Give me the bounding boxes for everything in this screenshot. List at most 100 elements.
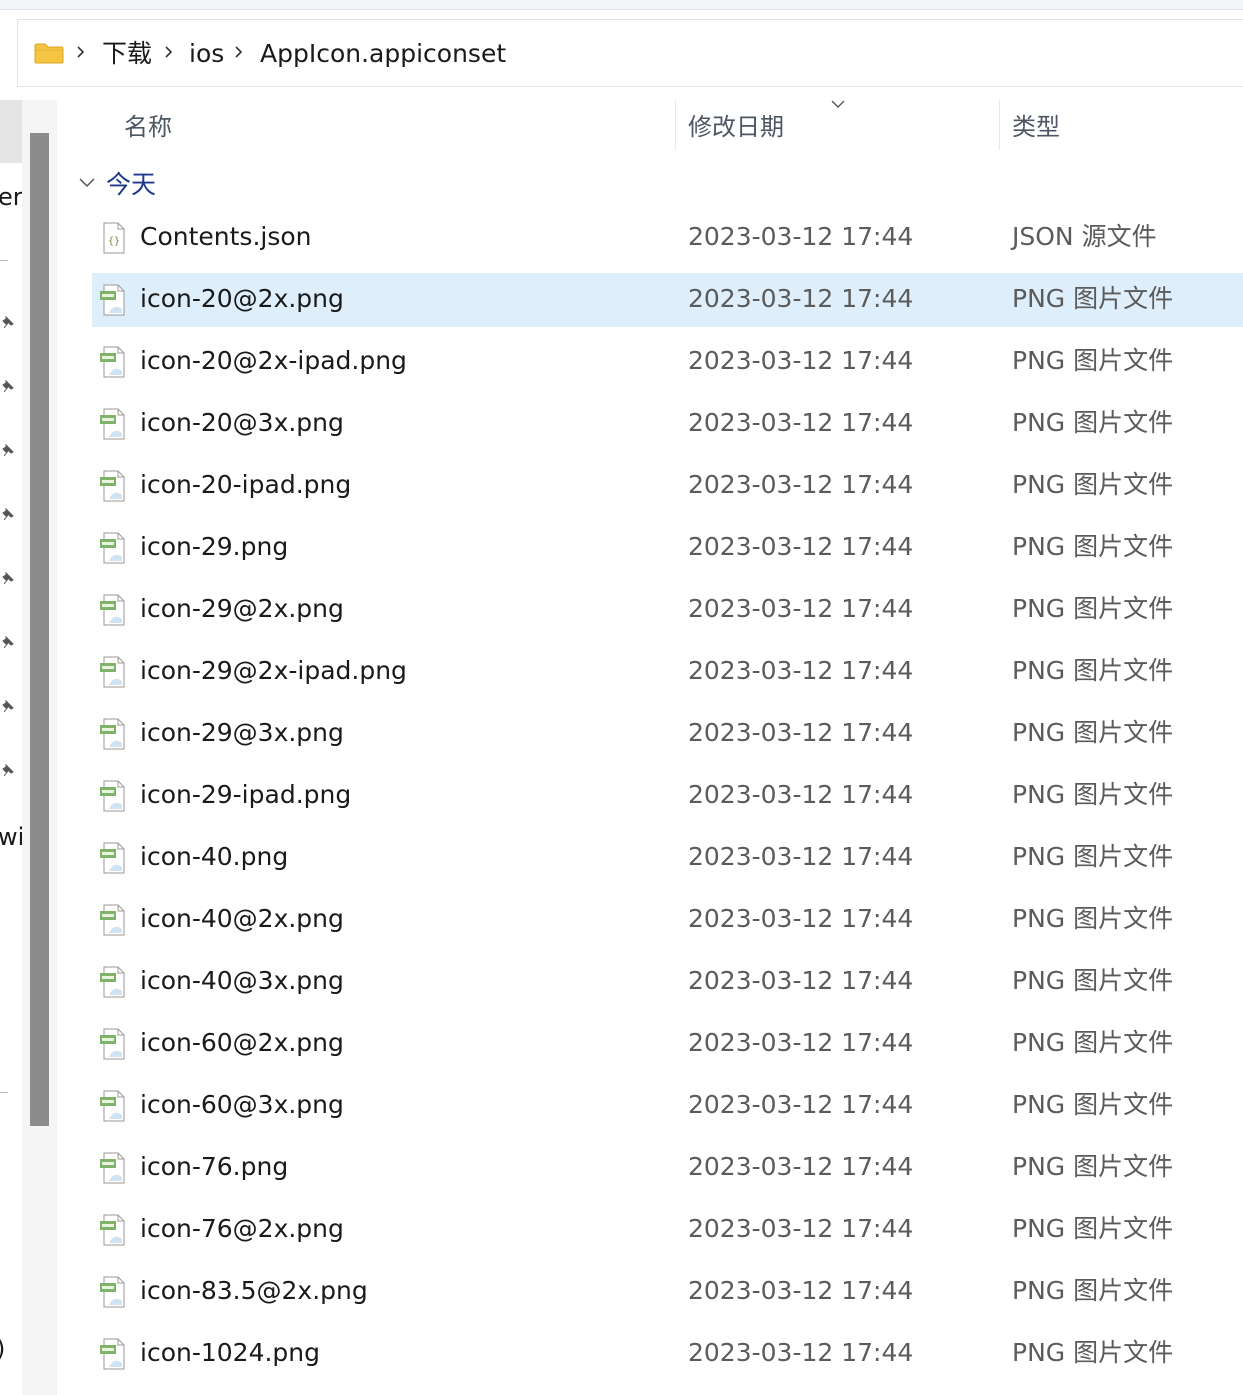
file-type: PNG 图片文件 xyxy=(1012,1090,1174,1119)
file-name: icon-83.5@2x.png xyxy=(140,1276,368,1305)
file-row[interactable]: icon-40@2x.png 2023-03-12 17:44 PNG 图片文件 xyxy=(92,893,1243,947)
png-file-icon xyxy=(100,842,125,874)
file-name: Contents.json xyxy=(140,222,312,251)
column-header-name[interactable]: 名称 xyxy=(124,112,172,142)
pin-icon[interactable] xyxy=(0,506,16,522)
file-date: 2023-03-12 17:44 xyxy=(688,1214,914,1243)
file-name: icon-20@3x.png xyxy=(140,408,344,437)
file-name: icon-76.png xyxy=(140,1152,289,1181)
png-file-icon xyxy=(100,594,125,626)
png-file-icon xyxy=(100,1028,125,1060)
file-row[interactable]: icon-20@2x.png 2023-03-12 17:44 PNG 图片文件 xyxy=(92,273,1243,327)
file-type: PNG 图片文件 xyxy=(1012,842,1174,871)
nav-divider xyxy=(0,1092,8,1093)
file-row[interactable]: icon-83.5@2x.png 2023-03-12 17:44 PNG 图片文件 xyxy=(92,1265,1243,1319)
file-date: 2023-03-12 17:44 xyxy=(688,966,914,995)
pin-icon[interactable] xyxy=(0,634,16,650)
window-top-edge xyxy=(0,0,1243,10)
file-name: icon-40@2x.png xyxy=(140,904,344,933)
png-file-icon xyxy=(100,284,125,316)
file-type: PNG 图片文件 xyxy=(1012,1214,1174,1243)
chevron-right-icon[interactable] xyxy=(232,40,246,64)
svg-text:{}: {} xyxy=(108,236,120,247)
file-row[interactable]: icon-40@3x.png 2023-03-12 17:44 PNG 图片文件 xyxy=(92,955,1243,1009)
nav-item-fragment[interactable]: wi xyxy=(0,822,22,852)
pin-icon[interactable] xyxy=(0,442,16,458)
file-date: 2023-03-12 17:44 xyxy=(688,1152,914,1181)
breadcrumb-item-downloads[interactable]: 下载 xyxy=(102,38,152,70)
file-date: 2023-03-12 17:44 xyxy=(688,222,914,251)
file-row[interactable]: icon-20-ipad.png 2023-03-12 17:44 PNG 图片文件 xyxy=(92,459,1243,513)
file-type: PNG 图片文件 xyxy=(1012,1276,1174,1305)
file-row[interactable]: icon-60@2x.png 2023-03-12 17:44 PNG 图片文件 xyxy=(92,1017,1243,1071)
file-type: PNG 图片文件 xyxy=(1012,470,1174,499)
file-date: 2023-03-12 17:44 xyxy=(688,1028,914,1057)
file-row[interactable]: icon-1024.png 2023-03-12 17:44 PNG 图片文件 xyxy=(92,1327,1243,1381)
file-row[interactable]: icon-20@2x-ipad.png 2023-03-12 17:44 PNG 图… xyxy=(92,335,1243,389)
file-row[interactable]: icon-29@2x.png 2023-03-12 17:44 PNG 图片文件 xyxy=(92,583,1243,637)
file-name: icon-76@2x.png xyxy=(140,1214,344,1243)
file-row[interactable]: icon-40.png 2023-03-12 17:44 PNG 图片文件 xyxy=(92,831,1243,885)
file-type: PNG 图片文件 xyxy=(1012,1338,1174,1367)
nav-selected-item[interactable] xyxy=(0,100,22,163)
column-header-type[interactable]: 类型 xyxy=(1012,112,1060,142)
png-file-icon xyxy=(100,470,125,502)
group-header-today[interactable]: 今天 xyxy=(106,170,156,200)
file-name: icon-20-ipad.png xyxy=(140,470,352,499)
png-file-icon xyxy=(100,1338,125,1370)
file-date: 2023-03-12 17:44 xyxy=(688,1338,914,1367)
chevron-right-icon[interactable] xyxy=(74,40,88,64)
file-date: 2023-03-12 17:44 xyxy=(688,656,914,685)
file-date: 2023-03-12 17:44 xyxy=(688,1090,914,1119)
file-row[interactable]: icon-29@3x.png 2023-03-12 17:44 PNG 图片文件 xyxy=(92,707,1243,761)
png-file-icon xyxy=(100,532,125,564)
file-row[interactable]: icon-76.png 2023-03-12 17:44 PNG 图片文件 xyxy=(92,1141,1243,1195)
file-name: icon-29.png xyxy=(140,532,289,561)
file-date: 2023-03-12 17:44 xyxy=(688,1276,914,1305)
file-name: icon-29-ipad.png xyxy=(140,780,352,809)
address-bar[interactable]: 下载 ios AppIcon.appiconset xyxy=(17,19,1243,87)
file-row[interactable]: icon-60@3x.png 2023-03-12 17:44 PNG 图片文件 xyxy=(92,1079,1243,1133)
nav-item-fragment[interactable]: ) xyxy=(0,1334,5,1364)
file-type: PNG 图片文件 xyxy=(1012,966,1174,995)
pin-icon[interactable] xyxy=(0,314,16,330)
chevron-right-icon[interactable] xyxy=(162,40,176,64)
file-row[interactable]: icon-29@2x-ipad.png 2023-03-12 17:44 PNG 图… xyxy=(92,645,1243,699)
chevron-down-icon[interactable] xyxy=(78,177,96,189)
png-file-icon xyxy=(100,346,125,378)
file-row[interactable]: icon-29-ipad.png 2023-03-12 17:44 PNG 图片文件 xyxy=(92,769,1243,823)
file-date: 2023-03-12 17:44 xyxy=(688,904,914,933)
breadcrumb-item-ios[interactable]: ios xyxy=(189,38,224,70)
file-date: 2023-03-12 17:44 xyxy=(688,408,914,437)
file-name: icon-20@2x-ipad.png xyxy=(140,346,407,375)
navigation-pane[interactable]: er: wi ) xyxy=(0,100,22,1395)
png-file-icon xyxy=(100,718,125,750)
pin-icon[interactable] xyxy=(0,570,16,586)
file-type: PNG 图片文件 xyxy=(1012,284,1174,313)
png-file-icon xyxy=(100,966,125,998)
file-row[interactable]: {} Contents.json 2023-03-12 17:44 JSON 源文件 xyxy=(92,211,1243,265)
file-type: PNG 图片文件 xyxy=(1012,1028,1174,1057)
pin-icon[interactable] xyxy=(0,762,16,778)
pin-icon[interactable] xyxy=(0,378,16,394)
column-divider[interactable] xyxy=(999,100,1000,150)
chevron-down-icon xyxy=(831,100,845,108)
file-name: icon-60@2x.png xyxy=(140,1028,344,1057)
nav-item-fragment[interactable]: er: xyxy=(0,182,22,212)
column-divider[interactable] xyxy=(675,100,676,150)
file-row[interactable]: icon-76@2x.png 2023-03-12 17:44 PNG 图片文件 xyxy=(92,1203,1243,1257)
column-header-date[interactable]: 修改日期 xyxy=(688,112,784,142)
file-type: PNG 图片文件 xyxy=(1012,904,1174,933)
file-type: PNG 图片文件 xyxy=(1012,1152,1174,1181)
file-type: PNG 图片文件 xyxy=(1012,656,1174,685)
png-file-icon xyxy=(100,1152,125,1184)
file-type: PNG 图片文件 xyxy=(1012,594,1174,623)
file-row[interactable]: icon-29.png 2023-03-12 17:44 PNG 图片文件 xyxy=(92,521,1243,575)
file-name: icon-40.png xyxy=(140,842,289,871)
nav-scrollbar-thumb[interactable] xyxy=(30,133,49,1126)
file-name: icon-29@2x.png xyxy=(140,594,344,623)
breadcrumb-item-appiconset[interactable]: AppIcon.appiconset xyxy=(260,38,506,70)
file-type: PNG 图片文件 xyxy=(1012,532,1174,561)
file-row[interactable]: icon-20@3x.png 2023-03-12 17:44 PNG 图片文件 xyxy=(92,397,1243,451)
pin-icon[interactable] xyxy=(0,698,16,714)
